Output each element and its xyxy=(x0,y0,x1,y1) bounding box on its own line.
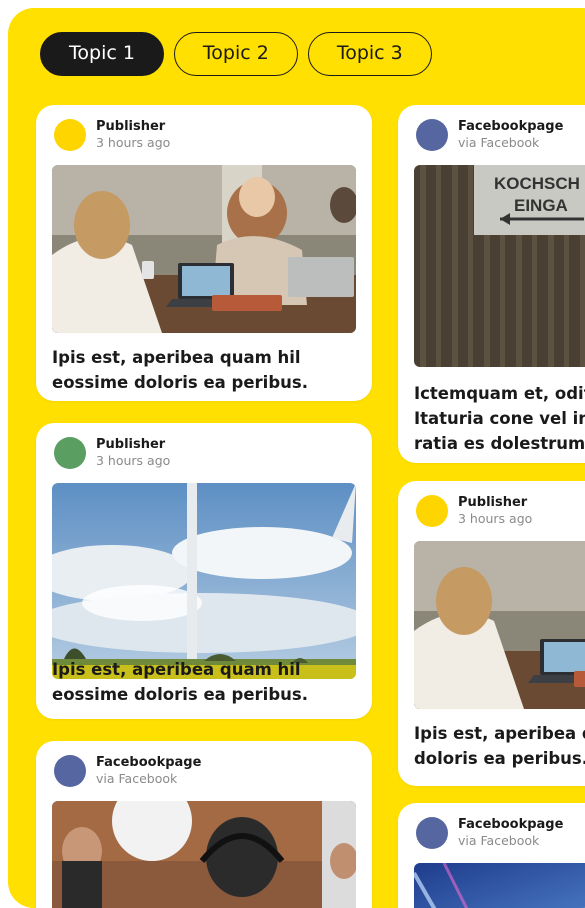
post-card[interactable]: Publisher 3 hours ago Ipis est, aperibea… xyxy=(36,105,372,401)
tab-topic-3[interactable]: Topic 3 xyxy=(307,32,432,76)
author-name[interactable]: Publisher xyxy=(96,437,170,453)
post-image[interactable] xyxy=(414,863,585,908)
post-time: via Facebook xyxy=(458,833,540,848)
post-headline[interactable]: Ipis est, aperibea quam hil eossi­me dol… xyxy=(52,657,356,707)
post-header: Facebookpage via Facebook xyxy=(54,755,201,787)
author-name[interactable]: Facebookpage xyxy=(96,755,201,771)
post-header: Publisher 3 hours ago xyxy=(416,495,532,527)
post-header: Publisher 3 hours ago xyxy=(54,119,170,151)
author-name[interactable]: Publisher xyxy=(96,119,170,135)
avatar xyxy=(54,755,86,787)
post-card[interactable]: Facebookpage via Facebook xyxy=(36,741,372,908)
post-image[interactable] xyxy=(52,801,356,908)
post-time: 3 hours ago xyxy=(458,511,533,526)
post-image[interactable] xyxy=(52,483,356,679)
post-card[interactable]: Facebookpage via Facebook xyxy=(398,803,585,908)
post-time: via Facebook xyxy=(96,771,178,786)
post-image[interactable] xyxy=(414,541,585,709)
author-name[interactable]: Facebookpage xyxy=(458,817,563,833)
post-header: Publisher 3 hours ago xyxy=(54,437,170,469)
post-headline[interactable]: Ipis est, aperibea q doloris ea peribus. xyxy=(414,721,585,771)
feed-container: Topic 1 Topic 2 Topic 3 Publisher 3 hour… xyxy=(8,8,585,908)
post-card[interactable]: Facebookpage via Facebook xyxy=(398,105,585,463)
post-headline[interactable]: Ictemquam et, odit Itaturia cone vel inv… xyxy=(414,381,585,456)
svg-text:EINGA: EINGA xyxy=(514,196,568,215)
avatar xyxy=(416,817,448,849)
post-time: 3 hours ago xyxy=(96,135,171,150)
post-headline[interactable]: Ipis est, aperibea quam hil eossi­me dol… xyxy=(52,345,356,395)
author-name[interactable]: Publisher xyxy=(458,495,532,511)
topic-tabs: Topic 1 Topic 2 Topic 3 xyxy=(40,32,432,76)
tab-topic-1[interactable]: Topic 1 xyxy=(40,32,164,76)
post-time: via Facebook xyxy=(458,135,540,150)
post-card[interactable]: Publisher 3 hours ago Ipis est, aperibea… xyxy=(36,423,372,719)
avatar xyxy=(54,437,86,469)
post-time: 3 hours ago xyxy=(96,453,171,468)
avatar xyxy=(416,495,448,527)
post-header: Facebookpage via Facebook xyxy=(416,817,563,849)
post-header: Facebookpage via Facebook xyxy=(416,119,563,151)
avatar xyxy=(416,119,448,151)
post-card[interactable]: Publisher 3 hours ago Ipis est, aperibea… xyxy=(398,481,585,786)
post-image[interactable] xyxy=(52,165,356,333)
author-name[interactable]: Facebookpage xyxy=(458,119,563,135)
post-image[interactable]: KOCHSCH EINGA xyxy=(414,165,585,367)
avatar xyxy=(54,119,86,151)
svg-text:KOCHSCH: KOCHSCH xyxy=(494,174,580,193)
tab-topic-2[interactable]: Topic 2 xyxy=(173,32,298,76)
